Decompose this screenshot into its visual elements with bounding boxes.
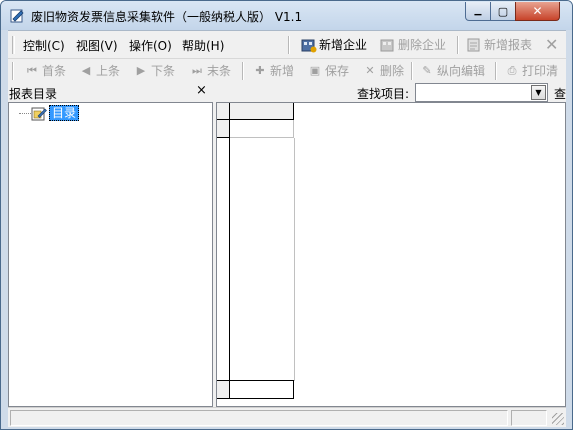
prev-record-label: 上条 <box>96 64 121 78</box>
prev-record-button[interactable]: ◀ 上条 <box>78 62 120 79</box>
delete-company-button[interactable]: 删除企业 <box>380 36 446 53</box>
grid-footer-row-header <box>217 380 230 399</box>
last-record-label: 末条 <box>207 64 232 78</box>
toolbar-separator <box>411 62 413 80</box>
last-record-icon: ⏭ <box>192 63 202 77</box>
last-record-button[interactable]: ⏭ 末条 <box>189 62 231 79</box>
first-record-button[interactable]: ⏮ 首条 <box>24 62 66 79</box>
find-label: 查找项目: <box>357 87 410 101</box>
print-icon: ⎙ <box>507 63 517 77</box>
save-label: 保存 <box>325 64 350 78</box>
toolbar-separator <box>457 36 459 54</box>
print-label: 打印清 <box>522 64 559 78</box>
grid-cell[interactable] <box>230 120 294 138</box>
new-report-icon <box>466 37 482 53</box>
window-title: 废旧物资发票信息采集软件（一般纳税人版） V1.1 <box>31 10 303 24</box>
delete-label: 删除 <box>380 64 405 78</box>
maximize-button[interactable]: ▢ <box>490 2 516 21</box>
menu-grip[interactable] <box>12 36 15 54</box>
grid-footer-cell[interactable] <box>230 380 294 399</box>
title-bar[interactable]: 废旧物资发票信息采集软件（一般纳税人版） V1.1 ▁ ▢ ✕ <box>1 1 572 30</box>
folder-edit-icon <box>31 107 47 121</box>
first-record-label: 首条 <box>42 64 67 78</box>
delete-icon: ✕ <box>365 64 375 77</box>
toolbar-separator <box>495 62 497 80</box>
maximize-icon: ▢ <box>497 4 509 18</box>
record-toolbar: ⏮ 首条 ◀ 上条 ▶ 下条 ⏭ 末条 ✚ 新增 ▣ 保存 ✕ 删除 ✎ 纵向编… <box>8 58 566 82</box>
delete-company-icon <box>380 37 396 53</box>
menu-bar: 控制(C) 视图(V) 操作(O) 帮助(H) 新增企业 删除企业 新增报表 ✕ <box>8 33 566 57</box>
data-grid[interactable] <box>216 102 566 407</box>
new-company-button[interactable]: 新增企业 <box>301 36 367 53</box>
first-record-icon: ⏮ <box>27 63 37 77</box>
minimize-icon: ▁ <box>474 6 482 16</box>
app-window: 废旧物资发票信息采集软件（一般纳税人版） V1.1 ▁ ▢ ✕ 控制(C) 视图… <box>0 0 573 430</box>
app-icon <box>10 9 24 23</box>
status-bar <box>8 407 566 427</box>
close-icon: ✕ <box>532 4 543 18</box>
save-icon: ▣ <box>309 64 321 77</box>
tree-item-catalog[interactable]: 目录 <box>49 105 80 121</box>
new-company-icon <box>301 37 317 53</box>
grid-column-header[interactable] <box>230 103 294 120</box>
find-item-select[interactable]: ▼ <box>415 83 548 102</box>
chevron-down-icon[interactable]: ▼ <box>531 85 546 100</box>
print-button[interactable]: ⎙ 打印清 <box>504 62 558 79</box>
status-panel-main <box>10 410 508 426</box>
menu-view[interactable]: 视图(V) <box>76 37 118 54</box>
next-record-icon: ▶ <box>136 64 146 77</box>
client-area: 控制(C) 视图(V) 操作(O) 帮助(H) 新增企业 删除企业 新增报表 ✕… <box>8 30 566 427</box>
save-button[interactable]: ▣ 保存 <box>307 62 349 79</box>
menu-control[interactable]: 控制(C) <box>23 37 65 54</box>
toolbar-close-button[interactable]: ✕ <box>545 35 558 54</box>
report-tree[interactable]: 目录 <box>8 102 213 407</box>
report-catalog-header: 报表目录 × <box>8 83 213 102</box>
new-company-label: 新增企业 <box>319 38 368 52</box>
vertical-edit-icon: ✎ <box>422 64 432 77</box>
report-catalog-title: 报表目录 <box>9 87 58 101</box>
next-record-button[interactable]: ▶ 下条 <box>133 62 175 79</box>
find-button-label[interactable]: 查 <box>554 85 566 102</box>
add-button[interactable]: ✚ 新增 <box>252 62 294 79</box>
grid-corner[interactable] <box>217 103 230 120</box>
find-bar: 查找项目: ▼ 查 <box>218 83 566 102</box>
close-button[interactable]: ✕ <box>515 2 560 21</box>
grid-row-header-strip <box>217 138 230 381</box>
delete-button[interactable]: ✕ 删除 <box>362 62 404 79</box>
add-label: 新增 <box>270 64 295 78</box>
toolbar-separator <box>288 36 290 54</box>
toolbar-separator <box>242 62 244 80</box>
new-report-button[interactable]: 新增报表 <box>466 36 532 53</box>
menu-help[interactable]: 帮助(H) <box>182 37 224 54</box>
toolbar-separator <box>12 62 14 80</box>
close-icon: ✕ <box>545 35 559 54</box>
new-report-label: 新增报表 <box>484 38 533 52</box>
grid-column-rule <box>294 138 295 381</box>
resize-grip-icon[interactable] <box>552 413 564 425</box>
close-icon[interactable]: × <box>196 83 207 98</box>
status-panel-secondary <box>511 410 547 426</box>
minimize-button[interactable]: ▁ <box>465 2 491 21</box>
menu-operate[interactable]: 操作(O) <box>129 37 172 54</box>
next-record-label: 下条 <box>151 64 176 78</box>
vertical-edit-button[interactable]: ✎ 纵向编辑 <box>419 62 485 79</box>
add-icon: ✚ <box>255 64 265 77</box>
prev-record-icon: ◀ <box>81 64 91 77</box>
grid-row-header[interactable] <box>217 120 230 138</box>
vertical-edit-label: 纵向编辑 <box>437 64 486 78</box>
delete-company-label: 删除企业 <box>398 38 447 52</box>
